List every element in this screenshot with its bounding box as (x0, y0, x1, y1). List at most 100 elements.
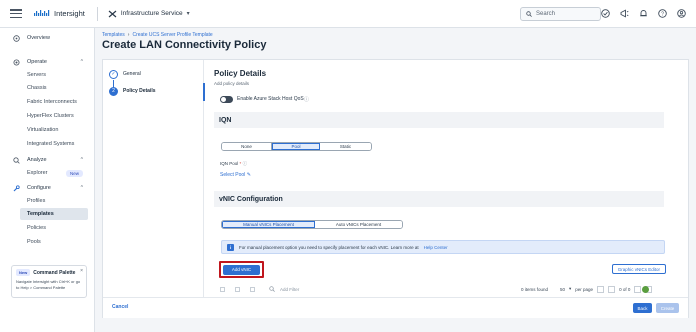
sidebar-item-label: Operate (27, 59, 47, 65)
breadcrumb-current[interactable]: Create UCS Server Profile Template (132, 32, 212, 38)
row-select-checkboxes[interactable] (220, 286, 255, 292)
info-icon[interactable]: ⓘ (304, 96, 309, 103)
sidebar-item-templates[interactable]: Templates (20, 208, 88, 220)
create-button[interactable]: Create (656, 303, 679, 313)
service-icon (108, 10, 117, 17)
sidebar-item-policies[interactable]: Policies (0, 222, 95, 234)
user-icon[interactable] (676, 8, 686, 18)
select-pool-link[interactable]: Select Pool ✎ (220, 172, 251, 178)
iqn-option-pool[interactable]: Pool (272, 143, 320, 150)
sidebar-item-chassis[interactable]: Chassis (0, 82, 95, 94)
toggle-label: Enable Azure Stack Host QoS (237, 96, 304, 102)
step-number: 2 (109, 86, 118, 96)
breadcrumb-templates[interactable]: Templates (102, 32, 125, 38)
sidebar-item-integrated-systems[interactable]: Integrated Systems (0, 138, 95, 150)
sidebar-item-operate[interactable]: Operate ^ (0, 56, 95, 68)
menu-icon[interactable] (10, 9, 22, 18)
azure-qos-toggle[interactable] (220, 96, 233, 103)
sidebar-item-label: Templates (27, 211, 54, 217)
analyze-icon (13, 156, 20, 164)
add-vnic-highlight: Add vNIC (219, 261, 264, 278)
help-icon[interactable]: ? (657, 8, 667, 18)
next-page-button[interactable] (634, 285, 642, 293)
sidebar-item-configure[interactable]: Configure ^ (0, 182, 95, 194)
search-icon (269, 286, 275, 292)
step-label: Policy Details (123, 88, 156, 94)
dashboard-icon (13, 34, 20, 42)
sidebar-item-label: Configure (27, 185, 51, 191)
settings-icon[interactable] (642, 285, 649, 293)
graphic-vnics-editor-button[interactable]: Graphic vNICs Editor (611, 264, 666, 274)
step-policy-details[interactable]: 2 Policy Details (109, 85, 156, 97)
search-input[interactable]: Search (520, 7, 601, 21)
chevron-down-icon: ▾ (569, 286, 572, 291)
app-name: Intersight (54, 9, 85, 18)
table-toolbar: Add Filter 0 items found 50 ▾ per page 0… (214, 283, 669, 295)
bell-icon[interactable] (638, 8, 648, 18)
first-page-button[interactable] (597, 285, 605, 293)
sidebar-item-analyze[interactable]: Analyze ^ (0, 154, 95, 166)
step-label: General (123, 71, 141, 77)
banner-text: For manual placement option you need to … (239, 244, 419, 250)
sidebar-item-label: Pools (27, 239, 41, 245)
cancel-button[interactable]: Cancel (112, 304, 128, 310)
close-icon[interactable]: × (80, 268, 83, 274)
sidebar-item-fabric-interconnects[interactable]: Fabric Interconnects (0, 96, 95, 108)
filter-placeholder: Add Filter (280, 286, 300, 292)
check-icon: ✓ (109, 69, 118, 79)
pagination: 0 items found 50 ▾ per page 0 of 0 (521, 285, 653, 293)
command-palette-card[interactable]: New Command Palette × Navigate Intersigh… (11, 265, 87, 298)
sidebar-item-profiles[interactable]: Profiles (0, 195, 95, 207)
placement-option-manual[interactable]: Manual vNICs Placement (222, 221, 315, 228)
palette-title: Command Palette (33, 269, 76, 276)
wizard-steps: ✓ General 2 Policy Details ‹ (103, 60, 205, 308)
iqn-pool-label: IQN Pool * ⓘ (220, 161, 248, 166)
info-icon: i (227, 243, 234, 251)
section-subtitle: Add policy details (214, 81, 250, 86)
wizard-card: ✓ General 2 Policy Details ‹ Policy Deta… (102, 59, 689, 318)
chevron-down-icon: ▾ (186, 11, 190, 17)
top-bar: Intersight Infrastructure Service ▾ Sear… (0, 0, 696, 28)
divider (96, 6, 98, 21)
iqn-option-static[interactable]: Static (320, 143, 371, 150)
back-button[interactable]: Back (633, 303, 652, 313)
sidebar-item-pools[interactable]: Pools (0, 236, 95, 248)
prev-page-button[interactable] (608, 285, 616, 293)
sidebar-item-label: Policies (27, 225, 46, 231)
announcement-icon[interactable] (619, 8, 629, 18)
step-general[interactable]: ✓ General (109, 68, 141, 80)
service-selector[interactable]: Infrastructure Service ▾ (108, 10, 190, 18)
new-badge: New (65, 169, 83, 177)
wizard-footer: Cancel Back Create (103, 297, 688, 318)
sidebar-item-label: Analyze (27, 157, 47, 163)
search-placeholder: Search (536, 11, 556, 17)
status-check-icon[interactable] (600, 8, 610, 18)
sidebar-item-servers[interactable]: Servers (0, 69, 95, 81)
add-vnic-button[interactable]: Add vNIC (223, 264, 260, 275)
chevron-up-icon: ^ (80, 157, 83, 163)
sidebar-item-label: Profiles (27, 198, 46, 204)
cisco-logo (34, 9, 50, 18)
sidebar-item-label: HyperFlex Clusters (27, 113, 74, 119)
per-page-select[interactable]: 50 (560, 287, 565, 292)
sidebar-item-label: Servers (27, 72, 46, 78)
sidebar-item-overview[interactable]: Overview (0, 32, 95, 44)
new-badge: New (16, 269, 31, 276)
help-center-link[interactable]: Help Center (424, 245, 448, 250)
page-indicator: 0 of 0 (619, 286, 631, 292)
placement-info-banner: i For manual placement option you need t… (221, 240, 665, 254)
filter-input[interactable]: Add Filter (269, 286, 299, 292)
edit-icon: ✎ (246, 172, 251, 178)
chevron-up-icon: ^ (80, 59, 83, 65)
iqn-option-none[interactable]: None (222, 143, 272, 150)
sidebar-item-virtualization[interactable]: Virtualization (0, 124, 95, 136)
sidebar: Overview Operate ^ Servers Chassis Fabri… (0, 28, 95, 332)
sidebar-item-label: Chassis (27, 85, 47, 91)
sidebar-item-label: Virtualization (27, 127, 59, 133)
service-label: Infrastructure Service (120, 10, 183, 17)
placement-option-auto[interactable]: Auto vNICs Placement (315, 221, 402, 228)
sidebar-item-hyperflex-clusters[interactable]: HyperFlex Clusters (0, 110, 95, 122)
sidebar-item-label: Overview (27, 35, 50, 41)
sidebar-item-label: Fabric Interconnects (27, 99, 77, 105)
sidebar-item-explorer[interactable]: Explorer New (0, 167, 95, 179)
